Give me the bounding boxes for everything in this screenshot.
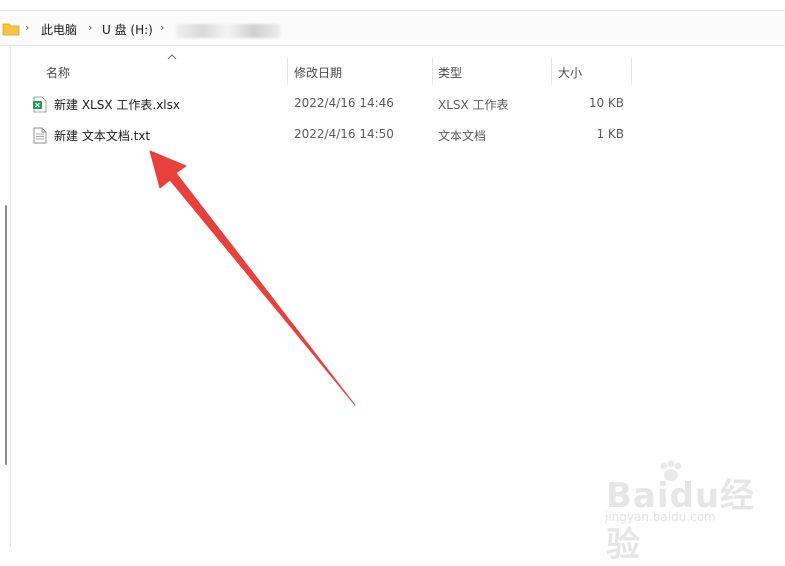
file-date: 2022/4/16 14:50 bbox=[294, 127, 394, 141]
title-strip bbox=[0, 0, 785, 11]
breadcrumb-separator: › bbox=[25, 21, 30, 34]
file-name[interactable]: 新建 文本文档.txt bbox=[54, 127, 150, 144]
file-type: XLSX 工作表 bbox=[438, 98, 509, 112]
breadcrumb-item-redacted[interactable] bbox=[176, 24, 280, 38]
address-bar[interactable]: › 此电脑 › U 盘 (H:) › bbox=[0, 11, 785, 46]
breadcrumb-item-usb-drive[interactable]: U 盘 (H:) bbox=[102, 21, 153, 38]
watermark-logo: Baidu经验 jingyan.baidu.com bbox=[600, 460, 770, 565]
xlsx-file-icon bbox=[33, 96, 47, 113]
folder-icon bbox=[2, 23, 20, 36]
file-date: 2022/4/16 14:46 bbox=[294, 96, 394, 110]
column-header-row: 名称 修改日期 类型 大小 bbox=[11, 54, 785, 85]
column-divider[interactable] bbox=[432, 57, 433, 85]
file-name[interactable]: 新建 XLSX 工作表.xlsx bbox=[54, 96, 180, 113]
navigation-pane-scrollbar[interactable] bbox=[5, 205, 7, 465]
column-header-type[interactable]: 类型 bbox=[438, 64, 462, 81]
column-divider[interactable] bbox=[287, 57, 288, 85]
sort-ascending-icon bbox=[167, 54, 177, 60]
file-row[interactable]: 新建 XLSX 工作表.xlsx 2022/4/16 14:46 XLSX 工作… bbox=[11, 90, 785, 118]
file-row[interactable]: 新建 文本文档.txt 2022/4/16 14:50 文本文档 1 KB bbox=[11, 121, 785, 149]
file-size: 10 KB bbox=[588, 96, 624, 110]
watermark-url: jingyan.baidu.com bbox=[605, 510, 716, 524]
txt-file-icon bbox=[33, 127, 47, 144]
column-header-date[interactable]: 修改日期 bbox=[294, 64, 342, 81]
breadcrumb-item-this-pc[interactable]: 此电脑 bbox=[41, 21, 77, 38]
breadcrumb-separator: › bbox=[160, 21, 165, 34]
breadcrumb-separator: › bbox=[88, 21, 93, 34]
file-type: 文本文档 bbox=[438, 129, 487, 143]
column-divider[interactable] bbox=[551, 57, 552, 85]
file-size: 1 KB bbox=[596, 127, 624, 141]
column-header-size[interactable]: 大小 bbox=[558, 64, 582, 81]
column-divider[interactable] bbox=[631, 57, 632, 85]
column-header-name[interactable]: 名称 bbox=[46, 64, 70, 81]
